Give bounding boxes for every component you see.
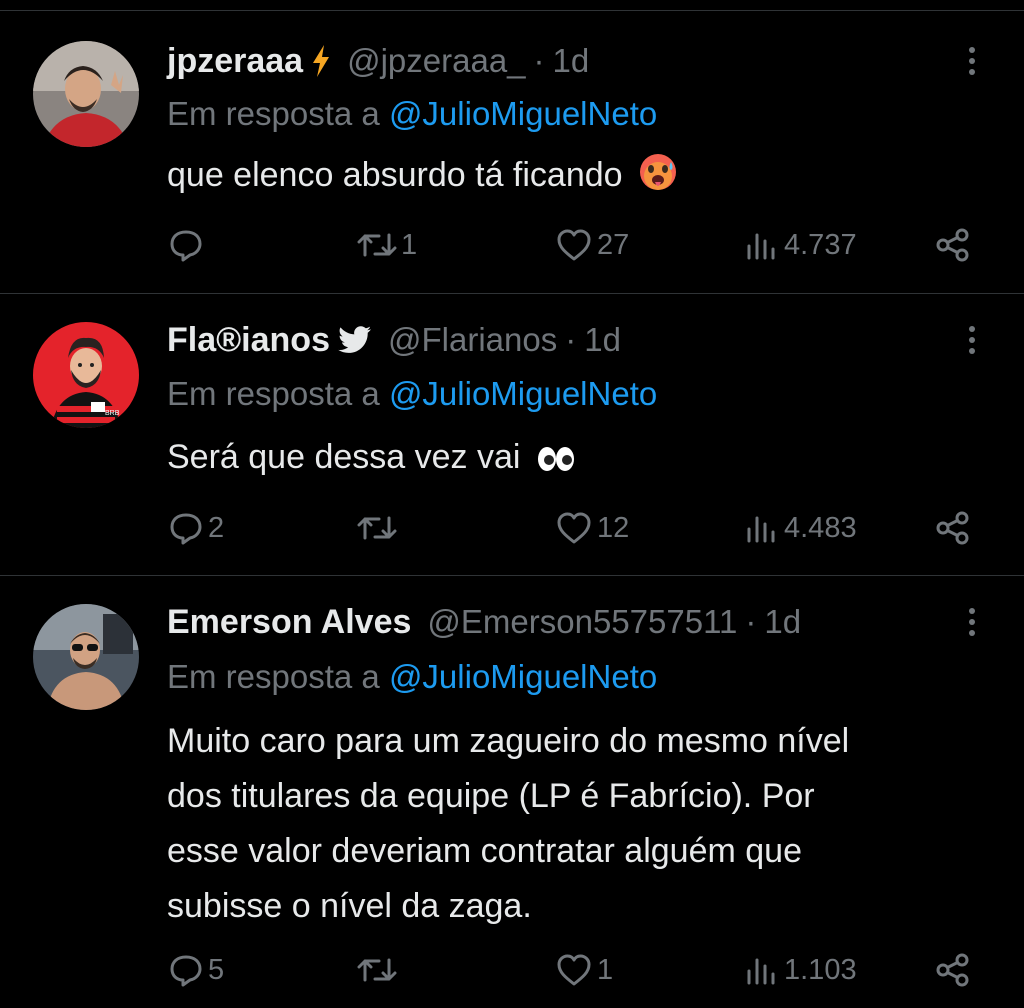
tweet-text-content: que elenco absurdo tá ficando — [167, 156, 623, 194]
tweet-text-line: esse valor deveriam contratar alguém que — [167, 832, 802, 870]
reply-count: 5 — [208, 953, 225, 986]
tweet-reply[interactable]: BRB Fla®ianos @Flarianos · 1d Em respost… — [0, 294, 1024, 576]
separator-dot: · — [745, 603, 757, 640]
more-options-icon[interactable] — [958, 318, 986, 362]
separator-dot: · — [533, 42, 545, 79]
share-button[interactable] — [934, 506, 972, 550]
reply-context: Em resposta a @JulioMiguelNeto — [167, 95, 657, 133]
more-options-icon[interactable] — [958, 600, 986, 644]
reply-prefix: Em resposta a — [167, 375, 380, 412]
tweet-reply[interactable]: Emerson Alves @Emerson55757511 · 1d Em r… — [0, 576, 1024, 1008]
reply-mention-link[interactable]: @JulioMiguelNeto — [389, 658, 657, 695]
heart-icon — [557, 512, 591, 544]
share-icon — [936, 953, 969, 987]
tweet-text-line: subisse o nível da zaga. — [167, 887, 532, 925]
user-handle[interactable]: @Flarianos — [388, 321, 557, 359]
views-icon — [747, 233, 775, 260]
view-count: 4.483 — [784, 511, 857, 544]
view-count: 1.103 — [784, 953, 857, 986]
reply-prefix: Em resposta a — [167, 95, 380, 132]
views-button[interactable]: 1.103 — [744, 948, 857, 992]
reply-prefix: Em resposta a — [167, 658, 380, 695]
tweet-text-line: Muito caro para um zagueiro do mesmo nív… — [167, 722, 850, 760]
action-bar: 5 1 1.103 — [0, 948, 1024, 992]
display-name[interactable]: jpzeraaa — [167, 42, 303, 81]
timestamp[interactable]: 1d — [553, 42, 590, 80]
more-options-icon[interactable] — [958, 39, 986, 83]
retweet-button[interactable]: 1 — [357, 223, 417, 267]
tweet-text-content: Será que dessa vez vai — [167, 438, 521, 476]
retweet-icon — [357, 516, 397, 540]
like-count: 1 — [597, 953, 614, 986]
reply-context: Em resposta a @JulioMiguelNeto — [167, 375, 657, 413]
tweet-reply[interactable]: jpzeraaa @jpzeraaa_ · 1d Em resposta a @… — [0, 11, 1024, 294]
heart-icon — [557, 229, 591, 261]
tweet-header: Emerson Alves @Emerson55757511 · 1d — [167, 600, 801, 644]
reply-button[interactable]: 2 — [168, 506, 224, 550]
share-button[interactable] — [934, 948, 972, 992]
avatar[interactable]: BRB — [33, 322, 139, 428]
eyes-emoji — [536, 436, 576, 491]
retweet-icon — [357, 233, 397, 257]
hot-face-emoji — [638, 152, 678, 209]
tweet-text: Muito caro para um zagueiro do mesmo nív… — [167, 714, 997, 934]
like-button[interactable]: 12 — [555, 506, 629, 550]
views-icon — [747, 516, 775, 543]
share-icon — [936, 511, 969, 545]
separator-dot: · — [565, 321, 577, 358]
reply-count: 2 — [208, 511, 225, 544]
bird-icon — [338, 326, 372, 354]
views-button[interactable]: 4.483 — [744, 506, 857, 550]
display-name[interactable]: Fla®ianos — [167, 321, 330, 360]
lightning-icon — [311, 44, 331, 78]
avatar-caption: BRB — [105, 410, 120, 417]
timestamp[interactable]: 1d — [584, 321, 621, 359]
action-bar: 2 12 4.483 — [0, 506, 1024, 550]
display-name[interactable]: Emerson Alves — [167, 603, 411, 642]
tweet-text: que elenco absurdo tá ficando — [167, 148, 997, 209]
share-icon — [936, 228, 969, 262]
like-count: 12 — [597, 511, 630, 544]
retweet-count: 1 — [401, 228, 418, 261]
retweet-button[interactable] — [357, 948, 401, 992]
timestamp[interactable]: 1d — [764, 603, 801, 641]
reply-mention-link[interactable]: @JulioMiguelNeto — [389, 95, 657, 132]
tweet-text-line: dos titulares da equipe (LP é Fabrício).… — [167, 777, 815, 815]
tweet-header: jpzeraaa @jpzeraaa_ · 1d — [167, 39, 589, 83]
user-handle[interactable]: @Emerson55757511 — [427, 603, 737, 641]
retweet-icon — [357, 958, 397, 982]
heart-icon — [557, 954, 591, 986]
tweet-header: Fla®ianos @Flarianos · 1d — [167, 318, 621, 362]
reply-icon — [170, 513, 202, 545]
reply-context: Em resposta a @JulioMiguelNeto — [167, 658, 657, 696]
reply-mention-link[interactable]: @JulioMiguelNeto — [389, 375, 657, 412]
like-button[interactable]: 27 — [555, 223, 629, 267]
avatar[interactable] — [33, 604, 139, 710]
user-handle[interactable]: @jpzeraaa_ — [347, 42, 525, 80]
reply-icon — [170, 230, 202, 262]
views-icon — [747, 958, 775, 985]
views-button[interactable]: 4.737 — [744, 223, 857, 267]
reply-icon — [170, 955, 202, 987]
share-button[interactable] — [934, 223, 972, 267]
reply-button[interactable]: 5 — [168, 948, 224, 992]
tweet-text: Será que dessa vez vai — [167, 430, 997, 491]
avatar[interactable] — [33, 41, 139, 147]
retweet-button[interactable] — [357, 506, 401, 550]
view-count: 4.737 — [784, 228, 857, 261]
action-bar: 1 27 4.737 — [0, 223, 1024, 267]
like-button[interactable]: 1 — [555, 948, 613, 992]
reply-button[interactable] — [168, 223, 208, 267]
like-count: 27 — [597, 228, 630, 261]
